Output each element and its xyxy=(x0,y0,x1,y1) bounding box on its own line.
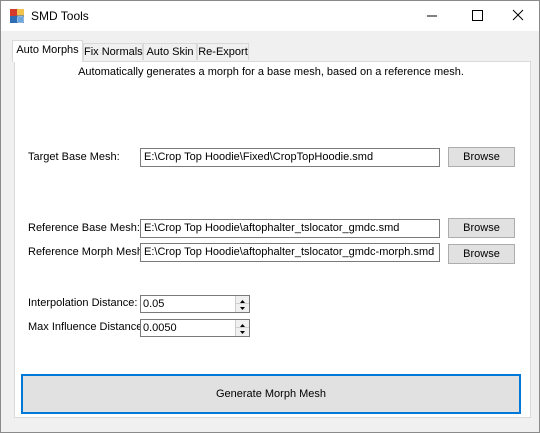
interpolation-distance-value: 0.05 xyxy=(143,298,165,310)
spin-up-button[interactable] xyxy=(236,320,249,328)
reference-morph-mesh-field[interactable]: E:\Crop Top Hoodie\aftophalter_tslocator… xyxy=(140,243,440,262)
app-window: SMD Tools Auto Morphs Fix Normals Auto S… xyxy=(0,0,540,433)
reference-base-mesh-browse-button[interactable]: Browse xyxy=(448,218,515,238)
reference-morph-mesh-label: Reference Morph Mesh: xyxy=(28,246,146,258)
maximize-button[interactable] xyxy=(454,1,500,31)
tab-auto-morphs[interactable]: Auto Morphs xyxy=(12,40,83,62)
minimize-button[interactable] xyxy=(409,1,455,31)
spin-up-button[interactable] xyxy=(236,296,249,304)
tab-re-export[interactable]: Re-Export xyxy=(197,43,249,60)
interpolation-distance-stepper[interactable]: 0.05 xyxy=(140,295,250,313)
max-influence-distance-stepper[interactable]: 0.0050 xyxy=(140,319,250,337)
panel-description: Automatically generates a morph for a ba… xyxy=(78,66,464,78)
max-influence-distance-label: Max Influence Distance: xyxy=(28,321,146,333)
target-base-mesh-field[interactable]: E:\Crop Top Hoodie\Fixed\CropTopHoodie.s… xyxy=(140,148,440,167)
reference-base-mesh-field[interactable]: E:\Crop Top Hoodie\aftophalter_tslocator… xyxy=(140,219,440,238)
target-base-mesh-browse-button[interactable]: Browse xyxy=(448,147,515,167)
close-button[interactable] xyxy=(495,1,539,31)
app-icon xyxy=(10,9,24,23)
tab-auto-skin[interactable]: Auto Skin xyxy=(143,43,197,60)
tab-strip: Auto Morphs Fix Normals Auto Skin Re-Exp… xyxy=(12,40,532,62)
title-bar[interactable]: SMD Tools xyxy=(1,1,539,31)
generate-morph-mesh-button[interactable]: Generate Morph Mesh xyxy=(21,374,521,414)
arrow-down-icon xyxy=(240,331,245,334)
close-icon xyxy=(512,9,524,21)
maximize-icon xyxy=(472,10,483,21)
minimize-icon xyxy=(427,15,437,17)
reference-base-mesh-label: Reference Base Mesh: xyxy=(28,222,140,234)
window-title: SMD Tools xyxy=(31,9,89,23)
arrow-down-icon xyxy=(240,307,245,310)
interpolation-distance-spinner xyxy=(235,296,249,312)
interpolation-distance-label: Interpolation Distance: xyxy=(28,297,138,309)
max-influence-distance-value: 0.0050 xyxy=(143,322,177,334)
reference-morph-mesh-browse-button[interactable]: Browse xyxy=(448,244,515,264)
max-influence-distance-spinner xyxy=(235,320,249,336)
spin-down-button[interactable] xyxy=(236,304,249,312)
tab-fix-normals[interactable]: Fix Normals xyxy=(83,43,143,60)
target-base-mesh-label: Target Base Mesh: xyxy=(28,151,120,163)
auto-morphs-panel xyxy=(14,61,531,418)
spin-down-button[interactable] xyxy=(236,328,249,336)
